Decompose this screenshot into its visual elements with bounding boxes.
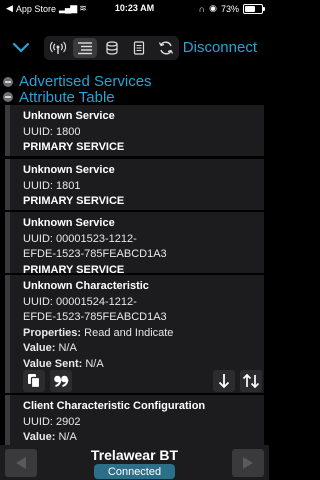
value-label: Value: <box>23 431 56 443</box>
value-sent-value: N/A <box>85 357 104 370</box>
characteristic-uuid-line1: UUID: 00001524-1212- <box>23 295 137 308</box>
device-bar: Trelawear BT Connected <box>0 445 269 480</box>
arrow-down-icon <box>218 374 230 389</box>
attribute-table-header[interactable]: Attribute Table <box>3 89 115 105</box>
properties-value: Read and Indicate <box>84 326 174 339</box>
quote-button[interactable] <box>50 370 72 392</box>
section-title: Attribute Table <box>19 89 115 105</box>
characteristic-title: Unknown Characteristic <box>23 280 149 292</box>
refresh-icon <box>158 41 173 55</box>
service-row[interactable]: Unknown Service UUID: 00001523-1212- EFD… <box>5 212 264 276</box>
characteristic-row[interactable]: Unknown Characteristic UUID: 00001524-12… <box>5 275 264 393</box>
value-sent-label: Value Sent: <box>23 357 83 370</box>
value-label: Value: <box>23 342 56 354</box>
database-view-button[interactable] <box>100 38 124 58</box>
refresh-button[interactable] <box>154 38 178 58</box>
battery-percent: 73% <box>220 3 239 14</box>
service-uuid: UUID: 1801 <box>23 179 81 192</box>
collapse-icon <box>3 76 13 87</box>
indicate-button[interactable] <box>240 370 262 392</box>
advertisement-view-button[interactable] <box>46 38 70 58</box>
disconnect-button[interactable]: Disconnect <box>183 39 257 56</box>
collapse-icon <box>3 92 13 102</box>
service-title: Unknown Service <box>23 217 115 229</box>
battery-icon <box>243 3 265 14</box>
lock-rotation-icon: ◉ <box>209 3 217 13</box>
value-value: N/A <box>58 342 77 354</box>
list-icon <box>77 42 92 55</box>
next-device-button[interactable] <box>232 449 264 477</box>
attribute-table-list[interactable]: Unknown Service UUID: 1800 PRIMARY SERVI… <box>5 105 264 445</box>
descriptor-uuid: UUID: 2902 <box>23 415 81 428</box>
descriptor-row[interactable]: Client Characteristic Configuration UUID… <box>5 395 264 445</box>
service-title: Unknown Service <box>23 110 115 122</box>
characteristic-uuid-line2: EFDE-1523-785FEABCD1A3 <box>23 311 167 323</box>
copy-icon <box>28 374 41 389</box>
radio-waves-icon <box>49 41 66 54</box>
service-uuid: UUID: 1800 <box>23 125 81 138</box>
properties-label: Properties: <box>23 326 82 339</box>
device-name: Trelawear BT <box>90 447 179 463</box>
read-button[interactable] <box>213 370 235 392</box>
service-type: PRIMARY SERVICE <box>23 195 125 207</box>
chevron-down-icon[interactable] <box>12 40 30 56</box>
value-value: N/A <box>58 431 77 443</box>
service-type: PRIMARY SERVICE <box>23 141 125 153</box>
service-row[interactable]: Unknown Service UUID: 1800 PRIMARY SERVI… <box>5 105 264 156</box>
service-uuid-line1: UUID: 00001523-1212- <box>23 232 137 245</box>
copy-button[interactable] <box>23 370 45 392</box>
battery-fill <box>245 5 255 12</box>
triangle-right-icon <box>243 457 253 469</box>
arrows-up-down-icon <box>242 373 260 389</box>
service-row[interactable]: Unknown Service UUID: 1801 PRIMARY SERVI… <box>5 159 264 210</box>
log-view-button[interactable] <box>127 38 151 58</box>
service-uuid-line2: EFDE-1523-785FEABCD1A3 <box>23 248 167 260</box>
view-selector <box>44 36 179 60</box>
descriptor-title: Client Characteristic Configuration <box>23 400 206 412</box>
advertised-services-header[interactable]: Advertised Services <box>3 73 152 90</box>
connection-status-badge: Connected <box>94 464 175 479</box>
section-title: Advertised Services <box>19 73 152 90</box>
service-title: Unknown Service <box>23 164 115 176</box>
quote-icon <box>54 375 69 387</box>
headphones-icon: ∩ <box>198 3 206 14</box>
characteristic-actions <box>23 370 263 392</box>
status-bar: ◀ App Store ▂▄▆ ≋ 10:23 AM ∩ ◉ 73% <box>0 0 269 16</box>
database-icon <box>105 41 118 55</box>
toolbar: Disconnect <box>0 34 269 62</box>
document-icon <box>133 41 144 55</box>
attribute-table-view-button[interactable] <box>72 38 97 58</box>
